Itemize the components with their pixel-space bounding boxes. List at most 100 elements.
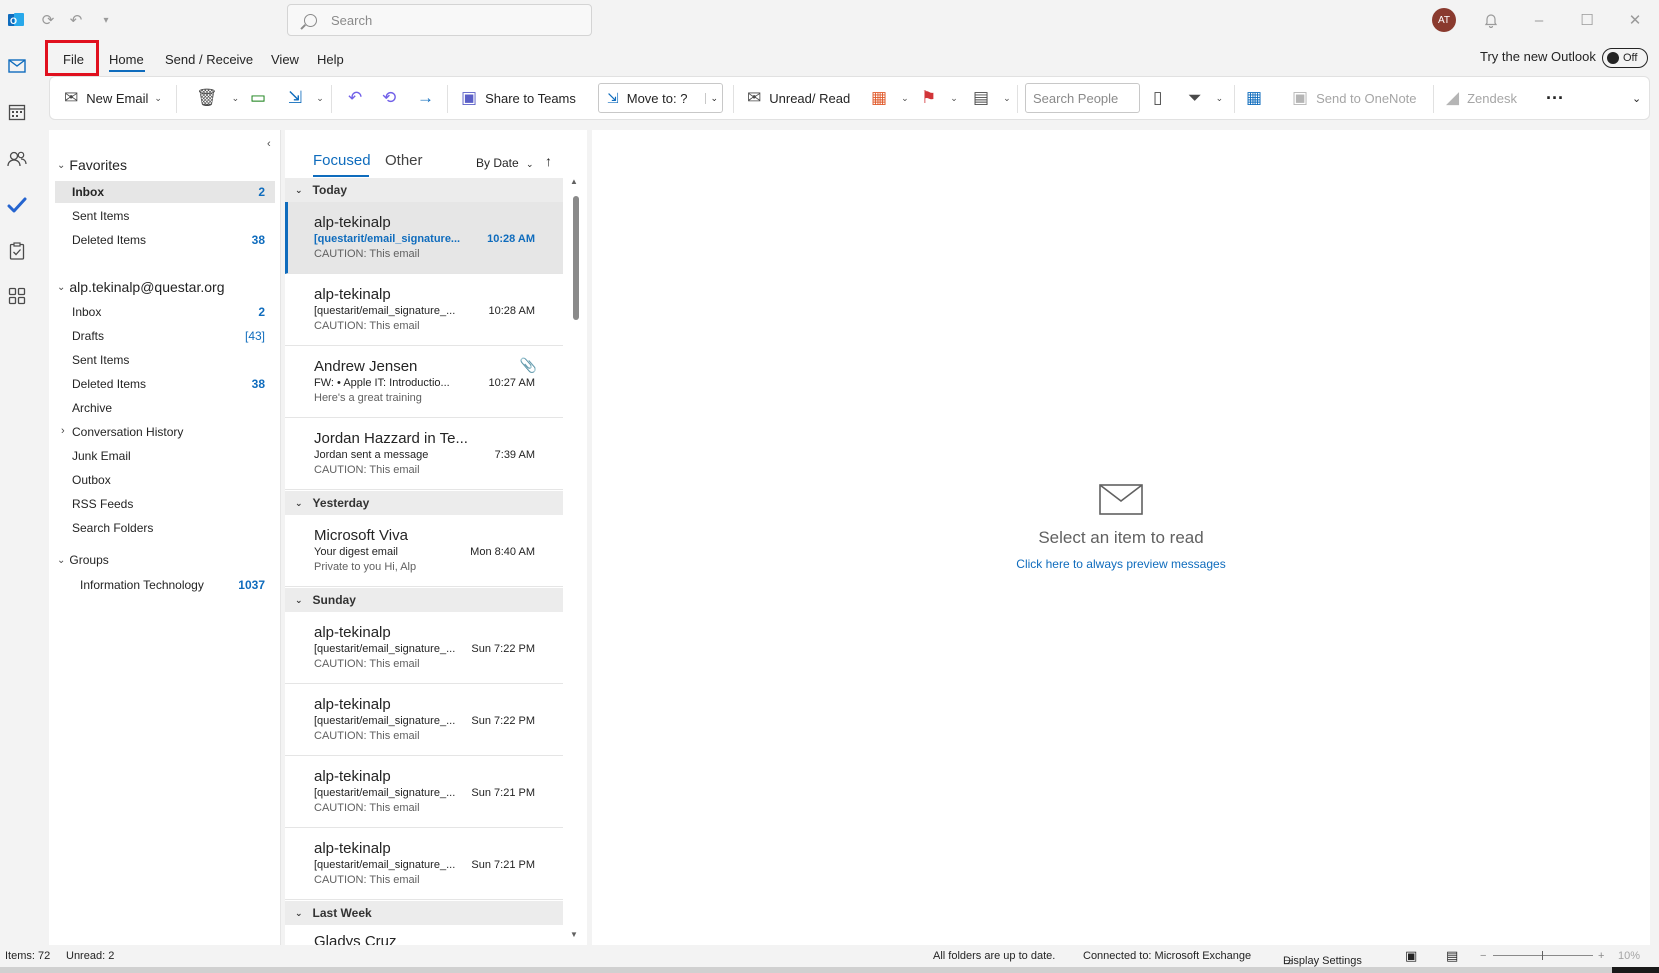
chevron-right-icon[interactable]: › [61,425,65,437]
customize-toolbar-icon[interactable]: ▾ [96,10,116,30]
calendar-icon[interactable] [6,101,28,123]
list-item[interactable]: alp-tekinalp [questarit/email_signature.… [285,202,563,274]
scroll-down-icon[interactable]: ▼ [570,930,578,939]
chevron-down-icon[interactable]: ⌄ [232,93,240,104]
more-options-button[interactable]: ··· [1546,77,1564,119]
zendesk-button[interactable]: ◢ Zendesk [1446,77,1517,119]
favorites-header[interactable]: ⌄ Favorites [57,157,127,173]
folder-rss-feeds[interactable]: RSS Feeds [55,493,275,515]
zoom-slider-thumb[interactable] [1542,951,1543,960]
scrollbar-thumb[interactable] [573,196,579,320]
chevron-down-icon[interactable]: ⌄ [950,93,958,104]
list-item[interactable]: Jordan Hazzard in Te... Jordan sent a me… [285,418,563,490]
sync-icon[interactable]: ⟳ [38,10,58,30]
list-item[interactable]: alp-tekinalp [questarit/email_signature_… [285,756,563,828]
account-header[interactable]: ⌄ alp.tekinalp@questar.org [57,279,224,295]
collapse-pane-icon[interactable]: ‹ [267,138,271,150]
list-item[interactable]: alp-tekinalp [questarit/email_signature_… [285,828,563,900]
tab-help[interactable]: Help [317,48,344,70]
list-item[interactable]: Microsoft Viva Your digest email Mon 8:4… [285,515,563,587]
search-input[interactable]: Search [287,4,592,36]
address-book-button[interactable]: ▯ [1153,77,1170,119]
favorite-inbox[interactable]: Inbox 2 [55,181,275,203]
rules-button[interactable]: ▤ ⌄ [973,77,1011,119]
bell-icon[interactable] [1479,8,1503,32]
list-item[interactable]: Andrew Jensen 📎 FW: • Apple IT: Introduc… [285,346,563,418]
folder-search-folders[interactable]: Search Folders [55,517,275,539]
move-to-quickstep[interactable]: ⇲ Move to: ? ⌄ [598,83,723,113]
apps-grid-icon[interactable] [6,285,28,307]
mail-icon[interactable] [6,55,28,77]
folder-sent-items[interactable]: Sent Items [55,349,275,371]
folder-archive[interactable]: Archive [55,397,275,419]
undo-icon[interactable]: ↶ [66,10,86,30]
send-to-onenote-button[interactable]: ▣ Send to OneNote [1292,77,1417,119]
avatar[interactable]: AT [1432,8,1456,32]
folder-inbox[interactable]: Inbox 2 [55,301,275,323]
chevron-down-icon[interactable]: ⌄ [1216,93,1224,104]
envelope-icon [1099,484,1143,515]
list-item[interactable]: alp-tekinalp [questarit/email_signature_… [285,274,563,346]
move-button[interactable]: ⇲ ⌄ [288,77,324,119]
group-header-sunday[interactable]: ⌄ Sunday [285,588,563,612]
sort-direction-arrow-icon[interactable]: ↑ [545,153,552,169]
flag-button[interactable]: ⚑ ⌄ [921,77,958,119]
tab-send-receive[interactable]: Send / Receive [165,48,253,70]
group-header-last-week[interactable]: ⌄ Last Week [285,901,563,925]
tab-other[interactable]: Other [385,152,423,169]
sort-by-date-dropdown[interactable]: By Date ⌄ [476,156,534,170]
folder-junk-email[interactable]: Junk Email [55,445,275,467]
zoom-slider[interactable] [1493,955,1593,956]
chevron-down-icon[interactable]: ⌄ [705,92,718,104]
always-preview-link[interactable]: Click here to always preview messages [592,557,1650,571]
filter-email-button[interactable]: ⏷ ⌄ [1188,77,1223,119]
zoom-out-icon[interactable]: − [1480,950,1486,962]
todo-check-icon[interactable] [6,194,28,216]
new-email-button[interactable]: ✉ New Email ⌄ [64,77,162,119]
folder-conversation-history[interactable]: Conversation History [55,421,275,443]
archive-button[interactable]: ▭ [250,77,274,119]
favorite-deleted-items[interactable]: Deleted Items 38 [55,229,275,251]
list-item[interactable]: alp-tekinalp [questarit/email_signature_… [285,684,563,756]
tasks-clipboard-icon[interactable] [6,240,28,262]
people-icon[interactable] [6,148,28,170]
chevron-down-icon[interactable]: ⌄ [1003,93,1011,104]
zoom-level[interactable]: 10% [1618,950,1640,962]
chevron-down-icon[interactable]: ⌄ [316,93,324,104]
favorite-sent-items[interactable]: Sent Items [55,205,275,227]
collapse-ribbon-icon[interactable]: ⌄ [1632,77,1641,119]
folder-drafts[interactable]: Drafts [43] [55,325,275,347]
groups-header[interactable]: ⌄ Groups [57,553,109,567]
tab-home[interactable]: Home [109,48,144,70]
group-information-technology[interactable]: Information Technology 1037 [55,574,275,596]
delete-button[interactable]: 🗑 ⌄ [196,77,239,119]
list-item[interactable]: Gladys Cruz [285,925,563,945]
viva-insights-button[interactable]: ▦ [1246,77,1270,119]
zoom-in-icon[interactable]: + [1598,950,1604,962]
folder-deleted-items[interactable]: Deleted Items 38 [55,373,275,395]
search-people-input[interactable]: Search People [1025,83,1140,113]
share-to-teams-button[interactable]: ▣ Share to Teams [461,77,576,119]
reading-view-icon[interactable]: ▤ [1446,948,1458,964]
group-header-today[interactable]: ⌄ Today [285,178,563,202]
forward-button[interactable]: → [417,77,442,119]
maximize-button[interactable]: ☐ [1575,8,1599,32]
list-item[interactable]: alp-tekinalp [questarit/email_signature_… [285,612,563,684]
folder-outbox[interactable]: Outbox [55,469,275,491]
unread-read-button[interactable]: ✉ Unread/ Read [747,77,850,119]
reply-button[interactable]: ↶ [348,77,370,119]
close-button[interactable]: ✕ [1623,8,1647,32]
normal-view-icon[interactable]: ▣ [1405,948,1417,964]
new-outlook-toggle[interactable]: Off [1602,48,1648,68]
reply-all-button[interactable]: ⟲ [382,77,404,119]
tab-focused[interactable]: Focused [313,152,371,169]
mail-subject: [questarit/email_signature_... [314,305,456,317]
categorize-button[interactable]: ▦ ⌄ [871,77,909,119]
group-header-yesterday[interactable]: ⌄ Yesterday [285,491,563,515]
chevron-down-icon[interactable]: ⌄ [901,93,909,104]
minimize-button[interactable]: – [1527,8,1551,32]
group-label: Sunday [312,593,356,607]
tab-view[interactable]: View [271,48,299,70]
chevron-down-icon[interactable]: ⌄ [154,93,162,104]
scroll-up-icon[interactable]: ▲ [570,177,578,186]
